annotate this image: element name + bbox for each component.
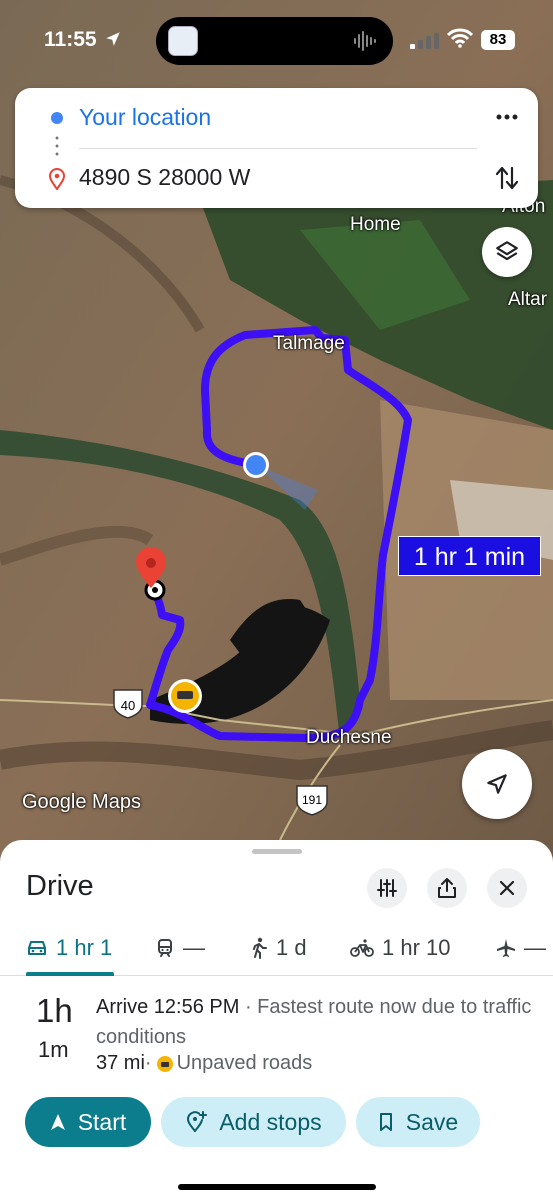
separator: · (144, 1052, 152, 1074)
route-options-button[interactable] (367, 868, 407, 908)
layers-button[interactable] (482, 227, 532, 277)
origin-dot-icon (51, 112, 63, 124)
audio-wave-icon (354, 31, 376, 51)
more-options-icon[interactable] (494, 106, 520, 128)
us-191-label: 191 (301, 793, 323, 807)
route-dots-icon (55, 134, 59, 158)
location-services-icon (106, 32, 120, 46)
tab-drive-label: 1 hr 1 (56, 935, 113, 960)
start-label: Start (77, 1108, 127, 1135)
travel-mode-tabs: 1 hr 1 — 1 d 1 hr 10 — (0, 924, 553, 976)
add-location-icon (187, 1111, 208, 1132)
add-stops-button[interactable]: Add stops (161, 1097, 346, 1147)
road-warning: Unpaved roads (176, 1052, 313, 1074)
close-button[interactable] (487, 868, 527, 908)
origin-field[interactable]: Your location (79, 104, 211, 131)
dynamic-island[interactable] (156, 17, 393, 65)
status-time: 11:55 (44, 28, 97, 51)
car-icon (28, 941, 46, 955)
tab-walk[interactable]: 1 d (250, 930, 307, 966)
tab-bike[interactable]: 1 hr 10 (350, 930, 451, 966)
map-label-altamont: Altar (508, 289, 548, 310)
swap-directions-icon[interactable] (494, 164, 520, 192)
destination-pin-icon (48, 168, 66, 190)
bookmark-icon (379, 1113, 392, 1131)
tab-walk-label: 1 d (276, 935, 307, 960)
duration-minutes: 1m (38, 1037, 69, 1062)
arrival-time: Arrive 12:56 PM (96, 996, 240, 1018)
destination-field[interactable]: 4890 S 28000 W (79, 164, 250, 191)
duration-hours: 1h (36, 992, 73, 1029)
navigation-arrow-icon (487, 774, 507, 794)
tab-flight[interactable]: — (496, 930, 546, 966)
directions-card: Your location 4890 S 28000 W (15, 88, 538, 208)
divider (79, 148, 477, 149)
airplane-icon (497, 939, 515, 957)
walking-icon (253, 937, 267, 959)
unpaved-road-icon (156, 1055, 173, 1072)
tab-transit-label: — (183, 935, 205, 960)
share-icon (438, 878, 456, 898)
route-summary[interactable]: Arrive 12:56 PM · Fastest route now due … (96, 992, 536, 1052)
tab-drive[interactable]: 1 hr 1 (26, 930, 112, 966)
home-indicator[interactable] (178, 1184, 376, 1190)
active-tab-indicator (26, 972, 114, 976)
navigation-icon (50, 1114, 65, 1130)
start-button[interactable]: Start (25, 1097, 151, 1147)
map-label-duchesne: Duchesne (306, 727, 392, 748)
battery-indicator: 83 (481, 30, 515, 50)
layers-icon (496, 241, 518, 261)
train-icon (158, 939, 172, 957)
recenter-button[interactable] (462, 749, 532, 819)
route-time-label[interactable]: 1 hr 1 min (398, 536, 541, 576)
sheet-title: Drive (26, 870, 94, 902)
tab-transit[interactable]: — (155, 930, 205, 966)
cellular-signal-icon (410, 33, 439, 49)
app-icon (168, 26, 198, 56)
route-distance: 37 mi (96, 1052, 145, 1074)
route-details: 37 mi · Unpaved roads (96, 1052, 312, 1075)
map-label-home: Home (350, 214, 401, 235)
directions-sheet: Drive 1 hr 1 — 1 d 1 hr 10 — 1h 1m Arriv… (0, 840, 553, 1200)
save-label: Save (405, 1108, 459, 1135)
map-label-talmage: Talmage (273, 333, 345, 354)
wifi-icon (447, 28, 473, 48)
bike-icon (350, 939, 374, 957)
close-icon (499, 880, 515, 896)
sliders-icon (377, 879, 397, 897)
us-40-label: 40 (120, 698, 136, 713)
sheet-grabber[interactable] (252, 849, 302, 854)
save-button[interactable]: Save (356, 1097, 480, 1147)
google-maps-logo: Google Maps (22, 791, 141, 813)
tab-bike-label: 1 hr 10 (382, 935, 451, 960)
tab-flight-label: — (524, 935, 546, 960)
share-button[interactable] (427, 868, 467, 908)
add-stops-label: Add stops (219, 1108, 322, 1135)
